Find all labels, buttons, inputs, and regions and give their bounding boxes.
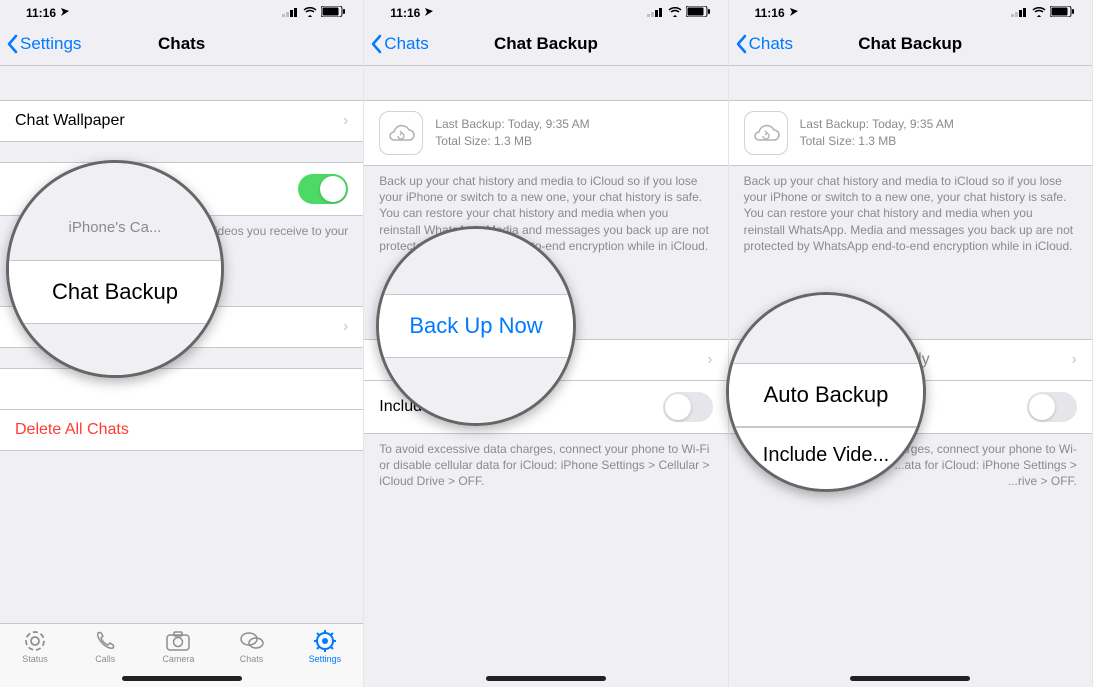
mag-main-text: Chat Backup xyxy=(9,260,221,324)
battery-icon xyxy=(686,6,710,20)
mag-main-text: Back Up Now xyxy=(379,294,573,358)
total-size-text: Total Size: 1.3 MB xyxy=(435,133,589,150)
tab-status[interactable]: Status xyxy=(22,630,48,664)
home-indicator[interactable] xyxy=(122,676,242,681)
tab-chats-label: Chats xyxy=(240,654,264,664)
delete-all-chats-cell[interactable]: Delete All Chats xyxy=(0,410,363,451)
mag-main-text: Auto Backup xyxy=(729,363,923,427)
chat-wallpaper-label: Chat Wallpaper xyxy=(15,112,125,130)
magnifier-back-up-now: Back Up Now xyxy=(376,226,576,426)
location-icon xyxy=(424,6,434,20)
data-charges-footer: To avoid excessive data charges, connect… xyxy=(364,434,727,497)
chevron-left-icon xyxy=(370,34,382,54)
chevron-right-icon: › xyxy=(335,112,348,130)
chat-wallpaper-cell[interactable]: Chat Wallpaper › xyxy=(0,100,363,142)
tab-chats[interactable]: Chats xyxy=(239,630,265,664)
chevron-left-icon xyxy=(735,34,747,54)
magnifier-auto-backup: Auto Backup Include Vide... xyxy=(726,292,926,492)
battery-icon xyxy=(321,6,345,20)
nav-bar: Chats Chat Backup xyxy=(364,22,727,66)
signal-icon xyxy=(1011,6,1028,20)
backup-status-cell: Last Backup: Today, 9:35 AM Total Size: … xyxy=(364,100,727,166)
magnifier-chat-backup: iPhone's Ca... Chat Backup xyxy=(6,160,224,378)
tab-camera[interactable]: Camera xyxy=(162,630,194,664)
last-backup-text: Last Backup: Today, 9:35 AM xyxy=(800,116,954,133)
tab-settings[interactable]: Settings xyxy=(309,630,342,664)
wifi-icon xyxy=(1032,6,1046,20)
back-label: Settings xyxy=(20,34,81,54)
mag-above-text: iPhone's Ca... xyxy=(9,215,221,242)
include-videos-toggle[interactable] xyxy=(1027,392,1077,422)
location-icon xyxy=(60,6,70,20)
battery-icon xyxy=(1050,6,1074,20)
status-bar: 11:16 xyxy=(364,0,727,22)
include-videos-toggle[interactable] xyxy=(663,392,713,422)
settings-icon xyxy=(312,630,338,652)
tab-calls[interactable]: Calls xyxy=(92,630,118,664)
hidden-cell-1[interactable]: … xyxy=(0,368,363,410)
home-indicator[interactable] xyxy=(850,676,970,681)
back-label: Chats xyxy=(749,34,793,54)
signal-icon xyxy=(282,6,299,20)
tab-camera-label: Camera xyxy=(162,654,194,664)
tab-settings-label: Settings xyxy=(309,654,342,664)
chats-icon xyxy=(239,630,265,652)
tab-calls-label: Calls xyxy=(95,654,115,664)
signal-icon xyxy=(647,6,664,20)
chevron-right-icon: › xyxy=(1064,351,1077,369)
total-size-text: Total Size: 1.3 MB xyxy=(800,133,954,150)
cloud-icon xyxy=(379,111,423,155)
tab-bar: Status Calls Camera Chats Settings xyxy=(0,623,363,687)
home-indicator[interactable] xyxy=(486,676,606,681)
backup-description: Back up your chat history and media to i… xyxy=(729,166,1092,261)
wifi-icon xyxy=(668,6,682,20)
delete-all-label: Delete All Chats xyxy=(15,421,129,439)
status-bar: 11:16 xyxy=(0,0,363,22)
back-label: Chats xyxy=(384,34,428,54)
chevron-right-icon: › xyxy=(699,351,712,369)
status-time: 11:16 xyxy=(26,6,56,20)
last-backup-text: Last Backup: Today, 9:35 AM xyxy=(435,116,589,133)
camera-roll-toggle[interactable] xyxy=(298,174,348,204)
status-time: 11:16 xyxy=(755,6,785,20)
calls-icon xyxy=(92,630,118,652)
back-button[interactable]: Settings xyxy=(6,34,81,54)
chevron-left-icon xyxy=(6,34,18,54)
chevron-right-icon: › xyxy=(335,318,348,336)
status-icon xyxy=(22,630,48,652)
cloud-icon xyxy=(744,111,788,155)
nav-bar: Chats Chat Backup xyxy=(729,22,1092,66)
status-bar: 11:16 xyxy=(729,0,1092,22)
backup-status-cell: Last Backup: Today, 9:35 AM Total Size: … xyxy=(729,100,1092,166)
nav-bar: Settings Chats xyxy=(0,22,363,66)
wifi-icon xyxy=(303,6,317,20)
location-icon xyxy=(789,6,799,20)
camera-icon xyxy=(165,630,191,652)
back-button[interactable]: Chats xyxy=(735,34,793,54)
tab-status-label: Status xyxy=(22,654,48,664)
back-button[interactable]: Chats xyxy=(370,34,428,54)
status-time: 11:16 xyxy=(390,6,420,20)
